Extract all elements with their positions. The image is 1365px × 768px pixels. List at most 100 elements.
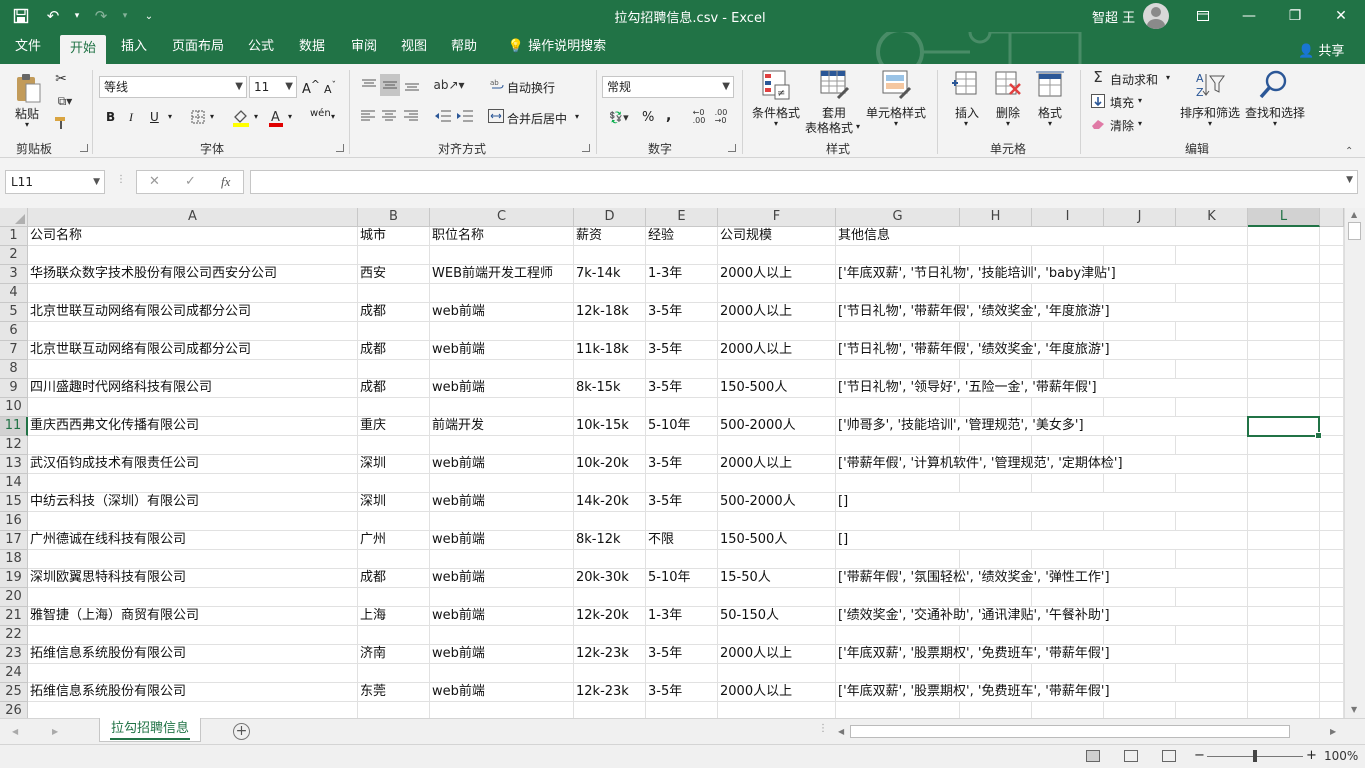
comma-style-button[interactable]: , <box>666 108 671 124</box>
scroll-left-icon[interactable]: ◀ <box>838 727 844 736</box>
cell-b18[interactable] <box>358 550 430 569</box>
cell-i22[interactable] <box>1032 626 1104 645</box>
cell-k26[interactable] <box>1176 702 1248 718</box>
cell-a4[interactable] <box>28 284 358 303</box>
cell-e26[interactable] <box>646 702 718 718</box>
enter-icon[interactable]: ✓ <box>185 174 196 189</box>
paste-icon[interactable] <box>14 72 42 104</box>
cell-b11[interactable]: 重庆 <box>358 417 430 436</box>
cell-c9[interactable]: web前端 <box>430 379 574 398</box>
cell-h15[interactable] <box>960 493 1032 512</box>
cell-b13[interactable]: 深圳 <box>358 455 430 474</box>
cell-l15[interactable] <box>1248 493 1320 512</box>
cell-k4[interactable] <box>1176 284 1248 303</box>
decrease-decimal-icon[interactable]: .00 →0 <box>712 108 730 126</box>
autosum-dropdown-icon[interactable]: ▾ <box>1166 73 1170 82</box>
cell-a6[interactable] <box>28 322 358 341</box>
row-header[interactable]: 18 <box>0 550 28 569</box>
cell-a14[interactable] <box>28 474 358 493</box>
cell-g25[interactable]: ['年底双薪', '股票期权', '免费班车', '带薪年假'] <box>836 683 1110 702</box>
row-header[interactable]: 7 <box>0 341 28 360</box>
cell-d22[interactable] <box>574 626 646 645</box>
cell-k3[interactable] <box>1176 265 1248 284</box>
redo-icon[interactable]: ↷ <box>88 3 114 29</box>
row-header[interactable]: 8 <box>0 360 28 379</box>
cell-h4[interactable] <box>960 284 1032 303</box>
underline-button[interactable]: U <box>150 110 159 124</box>
cell-a11[interactable]: 重庆西西弗文化传播有限公司 <box>28 417 358 436</box>
cell-k9[interactable] <box>1176 379 1248 398</box>
cell-e21[interactable]: 1-3年 <box>646 607 718 626</box>
cell-b21[interactable]: 上海 <box>358 607 430 626</box>
row-header[interactable]: 16 <box>0 512 28 531</box>
cell-b12[interactable] <box>358 436 430 455</box>
undo-icon[interactable]: ↶ <box>40 3 66 29</box>
cell-j24[interactable] <box>1104 664 1176 683</box>
cell-a20[interactable] <box>28 588 358 607</box>
cell-j22[interactable] <box>1104 626 1176 645</box>
cell-c13[interactable]: web前端 <box>430 455 574 474</box>
cell-d24[interactable] <box>574 664 646 683</box>
cell-j2[interactable] <box>1104 246 1176 265</box>
cell-d5[interactable]: 12k-18k <box>574 303 646 322</box>
scroll-right-icon[interactable]: ▶ <box>1330 727 1336 736</box>
format-as-table-button[interactable]: 表格格式 <box>805 119 853 136</box>
fill-down-icon[interactable] <box>1090 93 1106 109</box>
cell-j6[interactable] <box>1104 322 1176 341</box>
cell-a12[interactable] <box>28 436 358 455</box>
cell-k8[interactable] <box>1176 360 1248 379</box>
cell-f14[interactable] <box>718 474 836 493</box>
cell-a16[interactable] <box>28 512 358 531</box>
cell-c1[interactable]: 职位名称 <box>430 227 574 246</box>
align-bottom-icon[interactable] <box>403 76 421 94</box>
avatar[interactable] <box>1143 3 1169 29</box>
italic-button[interactable]: I <box>129 110 133 125</box>
cell-c25[interactable]: web前端 <box>430 683 574 702</box>
cell-j9[interactable] <box>1104 379 1176 398</box>
row-header[interactable]: 13 <box>0 455 28 474</box>
grow-font-button[interactable]: A^ <box>302 78 320 97</box>
cell-b8[interactable] <box>358 360 430 379</box>
cell-f7[interactable]: 2000人以上 <box>718 341 836 360</box>
cell-k1[interactable] <box>1176 227 1248 246</box>
cell-e6[interactable] <box>646 322 718 341</box>
cell-l25[interactable] <box>1248 683 1320 702</box>
row-header[interactable]: 19 <box>0 569 28 588</box>
cell-a9[interactable]: 四川盛趣时代网络科技有限公司 <box>28 379 358 398</box>
tab-file[interactable]: 文件 <box>8 32 48 64</box>
cell-b25[interactable]: 东莞 <box>358 683 430 702</box>
cell-g12[interactable] <box>836 436 960 455</box>
cell-a26[interactable] <box>28 702 358 718</box>
delete-dropdown-icon[interactable]: ▾ <box>1006 119 1010 128</box>
cell-c2[interactable] <box>430 246 574 265</box>
cell-d3[interactable]: 7k-14k <box>574 265 646 284</box>
clear-button[interactable]: 清除 <box>1110 117 1134 134</box>
format-cells-icon[interactable] <box>1036 70 1064 100</box>
cell-d10[interactable] <box>574 398 646 417</box>
tab-help[interactable]: 帮助 <box>444 32 484 64</box>
accounting-format-icon[interactable]: 💱▾ <box>604 108 634 126</box>
fill-dropdown-icon[interactable]: ▾ <box>1138 96 1142 105</box>
cell-b2[interactable] <box>358 246 430 265</box>
cell-g14[interactable] <box>836 474 960 493</box>
cell-f4[interactable] <box>718 284 836 303</box>
cell-e25[interactable]: 3-5年 <box>646 683 718 702</box>
cell-c10[interactable] <box>430 398 574 417</box>
cell-e18[interactable] <box>646 550 718 569</box>
cell-k24[interactable] <box>1176 664 1248 683</box>
page-break-view-icon[interactable] <box>1162 750 1176 762</box>
tab-insert[interactable]: 插入 <box>114 32 154 64</box>
cell-k7[interactable] <box>1176 341 1248 360</box>
conditional-formatting-icon[interactable]: ≠ <box>762 70 790 100</box>
column-header-d[interactable]: D <box>574 208 646 227</box>
cell-e4[interactable] <box>646 284 718 303</box>
customize-qat-icon[interactable]: ⌄ <box>136 3 162 29</box>
cell-g19[interactable]: ['带薪年假', '氛围轻松', '绩效奖金', '弹性工作'] <box>836 569 1110 588</box>
cell-k22[interactable] <box>1176 626 1248 645</box>
align-left-icon[interactable] <box>360 108 376 124</box>
cell-k19[interactable] <box>1176 569 1248 588</box>
row-header[interactable]: 2 <box>0 246 28 265</box>
user-name[interactable]: 智超 王 <box>1092 7 1135 26</box>
cell-i24[interactable] <box>1032 664 1104 683</box>
decrease-indent-icon[interactable] <box>434 108 452 124</box>
